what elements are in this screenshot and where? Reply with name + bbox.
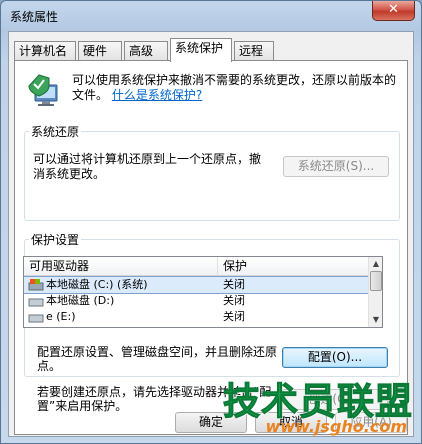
- system-properties-window: 系统属性 ✕ 计算机名 硬件 高级 系统保护 远程 可以使用系统保护来撤消不需要…: [0, 0, 422, 444]
- scroll-thumb[interactable]: [370, 271, 382, 291]
- system-restore-description: 可以通过将计算机还原到上一个还原点，撤消系统更改。: [33, 152, 262, 181]
- drive-name: e (E:): [46, 310, 76, 323]
- table-row[interactable]: 本地磁盘 (C:) (系统) 关闭: [24, 276, 371, 294]
- column-header-protection[interactable]: 保护: [218, 257, 370, 276]
- system-drive-icon: [28, 279, 44, 291]
- column-header-drive[interactable]: 可用驱动器: [24, 257, 218, 276]
- listview-scrollbar[interactable]: ▲ ▼: [368, 257, 382, 327]
- tab-advanced[interactable]: 高级: [124, 41, 168, 61]
- system-restore-button[interactable]: 系统还原(S)...: [283, 156, 389, 177]
- protection-status: 关闭: [223, 278, 245, 291]
- table-row[interactable]: 本地磁盘 (D:) 关闭: [24, 293, 370, 309]
- drive-name: 本地磁盘 (C:) (系统): [46, 278, 148, 291]
- intro-text: 可以使用系统保护来撤消不需要的系统更改，还原以前版本的文件。 什么是系统保护?: [72, 73, 398, 103]
- title-bar[interactable]: 系统属性 ✕: [1, 1, 421, 29]
- table-row[interactable]: e (E:) 关闭: [24, 309, 370, 325]
- drives-listview[interactable]: 可用驱动器 保护 本地磁盘 (C:) (系统) 关闭 本地磁盘 (D:) 关闭 …: [23, 256, 383, 328]
- listview-header: 可用驱动器 保护: [24, 257, 370, 276]
- protection-status: 关闭: [223, 310, 245, 323]
- what-is-system-protection-link[interactable]: 什么是系统保护?: [112, 88, 202, 102]
- tab-system-protection[interactable]: 系统保护: [170, 38, 232, 62]
- watermark-logo: 技术员联盟 www.jsgho.com: [223, 371, 413, 443]
- system-restore-group: 系统还原 可以通过将计算机还原到上一个还原点，撤消系统更改。 系统还原(S)..…: [24, 123, 400, 221]
- system-restore-group-title: 系统还原: [29, 123, 82, 140]
- configure-description: 配置还原设置、管理磁盘空间，并且删除还原点。: [37, 345, 278, 373]
- hard-drive-icon: [28, 314, 44, 323]
- scroll-up-icon[interactable]: ▲: [370, 258, 382, 270]
- tab-hardware[interactable]: 硬件: [78, 41, 122, 61]
- system-protection-icon: [28, 74, 58, 106]
- window-title: 系统属性: [10, 10, 59, 24]
- close-icon: ✕: [388, 2, 399, 17]
- drive-name: 本地磁盘 (D:): [46, 294, 115, 307]
- tab-computer-name[interactable]: 计算机名: [14, 41, 76, 61]
- scroll-down-icon[interactable]: ▼: [370, 314, 382, 326]
- tab-remote[interactable]: 远程: [234, 41, 274, 61]
- watermark-url: www.jsgho.com: [265, 417, 407, 436]
- protection-settings-group-title: 保护设置: [29, 231, 82, 248]
- close-button[interactable]: ✕: [372, 1, 415, 21]
- hard-drive-icon: [28, 298, 44, 307]
- configure-button[interactable]: 配置(O)...: [282, 347, 388, 368]
- protection-status: 关闭: [223, 294, 245, 307]
